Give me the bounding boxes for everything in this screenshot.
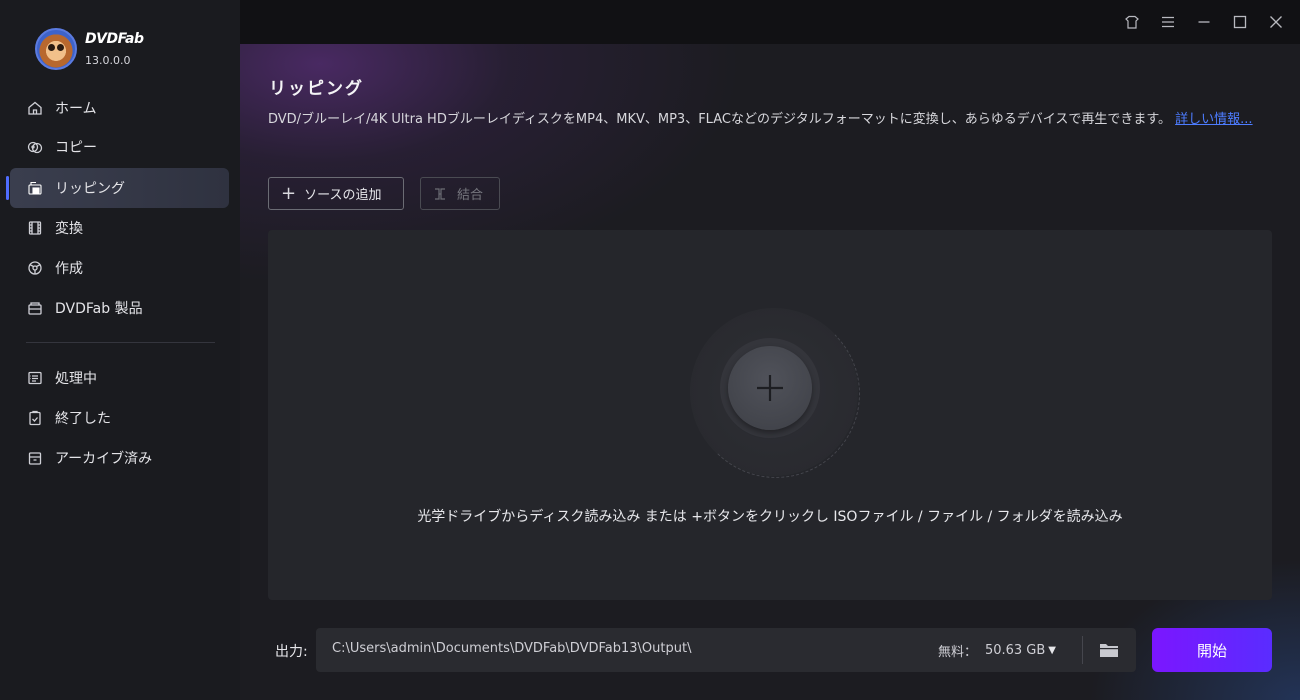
sidebar-item-label: コピー	[55, 140, 97, 156]
minimize-icon[interactable]	[1194, 12, 1214, 32]
page-title: リッピング	[269, 79, 364, 99]
main-panel: リッピング DVD/ブルーレイ/4K Ultra HDブルーレイディスクをMP4…	[240, 44, 1300, 700]
add-file-button[interactable]	[728, 346, 812, 430]
free-space-value: 50.63 GB	[984, 643, 1046, 658]
sidebar-item-label: DVDFab 製品	[55, 301, 143, 317]
merge-label: 結合	[457, 188, 484, 203]
creator-icon	[26, 259, 44, 277]
sidebar-item-processing[interactable]: 処理中	[10, 358, 229, 398]
merge-button[interactable]: 結合	[420, 177, 500, 210]
brand: DVDFab 13.0.0.0	[35, 28, 144, 70]
sidebar-item-label: アーカイブ済み	[55, 451, 153, 467]
output-path-field[interactable]: C:\Users\admin\Documents\DVDFab\DVDFab13…	[316, 628, 1136, 672]
output-label: 出力:	[275, 644, 308, 660]
version-label: 13.0.0.0	[85, 53, 131, 67]
merge-icon	[435, 187, 445, 200]
brand-name: DVDFab	[85, 31, 144, 47]
sidebar-item-label: 変換	[55, 221, 83, 237]
menu-icon[interactable]	[1158, 12, 1178, 32]
output-path: C:\Users\admin\Documents\DVDFab\DVDFab13…	[332, 641, 692, 656]
home-icon	[26, 99, 44, 117]
sidebar-item-label: ホーム	[55, 101, 97, 117]
start-button[interactable]: 開始	[1152, 628, 1272, 672]
sidebar-item-copy[interactable]: コピー	[10, 127, 229, 167]
page-description: DVD/ブルーレイ/4K Ultra HDブルーレイディスクをMP4、MKV、M…	[268, 111, 1268, 129]
ripper-icon	[26, 179, 44, 197]
sidebar-item-ripper[interactable]: リッピング	[6, 168, 229, 208]
dvdfab-logo	[35, 28, 77, 70]
processing-icon	[26, 369, 44, 387]
sidebar-item-label: リッピング	[55, 181, 125, 197]
drop-zone[interactable]: 光学ドライブからディスク読み込み または +ボタンをクリックし ISOファイル …	[268, 230, 1272, 600]
plus-icon: +	[281, 182, 297, 204]
sidebar-divider	[26, 342, 215, 343]
more-info-link[interactable]: 詳しい情報...	[1175, 112, 1252, 127]
sidebar-item-home[interactable]: ホーム	[10, 88, 229, 128]
sidebar-item-creator[interactable]: 作成	[10, 248, 229, 288]
free-space-label: 無料：	[937, 645, 977, 660]
add-source-button[interactable]: + ソースの追加	[268, 177, 404, 210]
products-icon	[26, 299, 44, 317]
film-icon	[26, 219, 44, 237]
title-bar	[240, 0, 1300, 44]
free-space[interactable]: 無料： 50.63 GB ▼	[938, 641, 1056, 660]
sidebar-item-label: 終了した	[55, 411, 111, 427]
close-icon[interactable]	[1266, 12, 1286, 32]
description-text: DVD/ブルーレイ/4K Ultra HDブルーレイディスクをMP4、MKV、M…	[268, 112, 1172, 127]
finished-icon	[26, 409, 44, 427]
output-separator	[1082, 636, 1083, 664]
sidebar-item-converter[interactable]: 変換	[10, 208, 229, 248]
sidebar-item-products[interactable]: DVDFab 製品	[10, 288, 229, 328]
sidebar-item-label: 処理中	[55, 371, 97, 387]
drop-hint: 光学ドライブからディスク読み込み または +ボタンをクリックし ISOファイル …	[417, 509, 1123, 525]
plus-icon	[757, 375, 783, 401]
sidebar-item-label: 作成	[55, 261, 83, 277]
caret-down-icon: ▼	[1048, 645, 1056, 656]
copy-icon	[26, 138, 44, 156]
folder-icon[interactable]	[1098, 640, 1120, 660]
sidebar-item-finished[interactable]: 終了した	[10, 398, 229, 438]
archive-icon	[26, 449, 44, 467]
maximize-icon[interactable]	[1230, 12, 1250, 32]
sidebar: DVDFab 13.0.0.0 ホーム コピー リッピング 変換 作成 DVDF…	[0, 0, 240, 700]
sidebar-item-archived[interactable]: アーカイブ済み	[10, 438, 229, 478]
skin-icon[interactable]	[1122, 12, 1142, 32]
add-source-label: ソースの追加	[304, 188, 382, 203]
